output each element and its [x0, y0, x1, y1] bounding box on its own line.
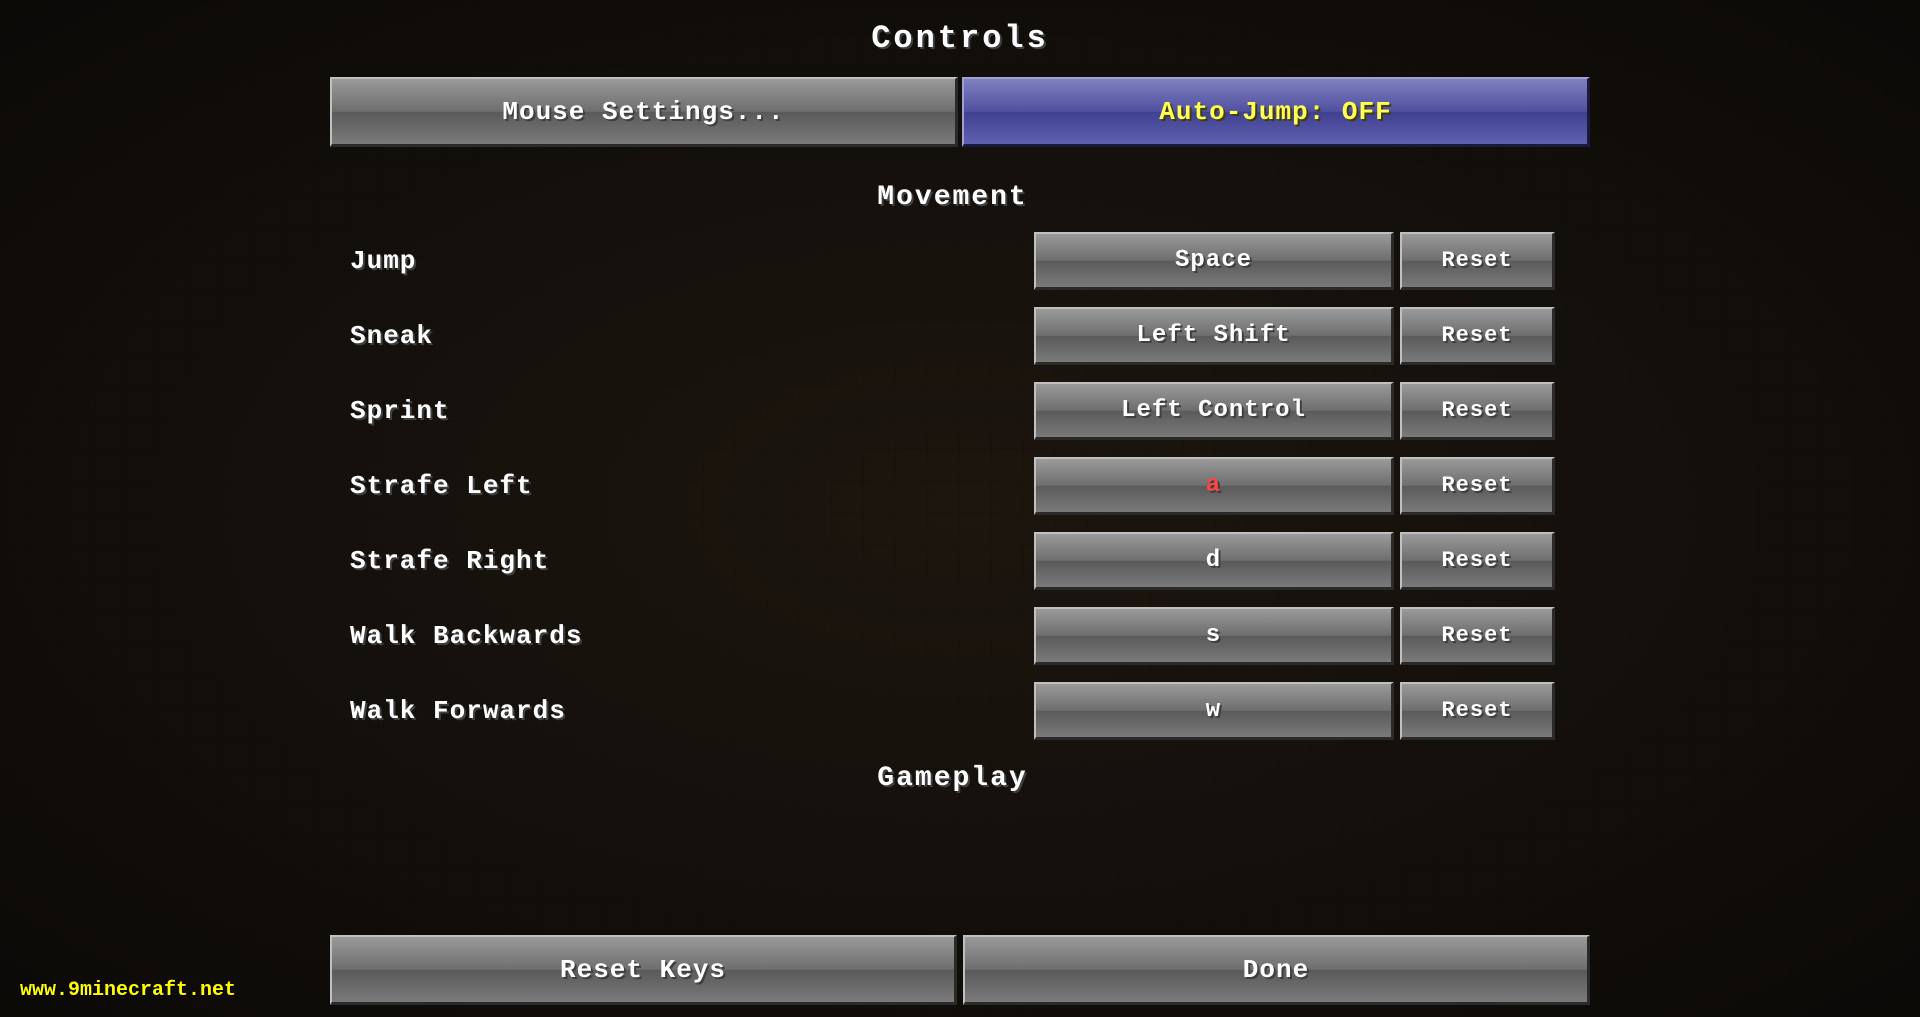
scrollable-area[interactable]: Movement Jump Space Reset Sneak Left Shi… [330, 167, 1590, 913]
keybind-row-jump: Jump Space Reset [330, 223, 1575, 298]
auto-jump-button[interactable]: Auto-Jump: OFF [962, 77, 1590, 147]
keybind-row-sneak: Sneak Left Shift Reset [330, 298, 1575, 373]
main-content: Movement Jump Space Reset Sneak Left Shi… [330, 167, 1590, 923]
keybind-row-sprint: Sprint Left Control Reset [330, 373, 1575, 448]
reset-button-jump[interactable]: Reset [1400, 232, 1555, 290]
keybind-label-walk-forwards: Walk Forwards [350, 696, 1034, 726]
page-container: Controls Mouse Settings... Auto-Jump: OF… [0, 0, 1920, 1017]
keybind-row-strafe-left: Strafe Left a Reset [330, 448, 1575, 523]
reset-keys-button[interactable]: Reset Keys [330, 935, 957, 1005]
keybind-button-sneak[interactable]: Left Shift [1034, 307, 1394, 365]
watermark-suffix: .net [188, 979, 236, 1002]
keybind-row-walk-forwards: Walk Forwards w Reset [330, 673, 1575, 748]
keybind-label-sprint: Sprint [350, 396, 1034, 426]
watermark-text: www.9minecraft.net [20, 979, 236, 1002]
reset-button-sprint[interactable]: Reset [1400, 382, 1555, 440]
keybind-button-sprint[interactable]: Left Control [1034, 382, 1394, 440]
keybind-button-strafe-right[interactable]: d [1034, 532, 1394, 590]
watermark: www.9minecraft.net [20, 979, 236, 1002]
keybind-button-jump[interactable]: Space [1034, 232, 1394, 290]
keybind-label-sneak: Sneak [350, 321, 1034, 351]
keybind-button-walk-backwards[interactable]: s [1034, 607, 1394, 665]
keybind-label-walk-backwards: Walk Backwards [350, 621, 1034, 651]
reset-button-strafe-right[interactable]: Reset [1400, 532, 1555, 590]
watermark-prefix: www. [20, 979, 68, 1002]
keybind-button-walk-forwards[interactable]: w [1034, 682, 1394, 740]
done-button[interactable]: Done [963, 935, 1590, 1005]
top-buttons-row: Mouse Settings... Auto-Jump: OFF [330, 77, 1590, 147]
keybind-label-strafe-right: Strafe Right [350, 546, 1034, 576]
keybind-row-strafe-right: Strafe Right d Reset [330, 523, 1575, 598]
movement-section-header: Movement [330, 167, 1575, 223]
reset-button-strafe-left[interactable]: Reset [1400, 457, 1555, 515]
reset-button-walk-forwards[interactable]: Reset [1400, 682, 1555, 740]
keybind-button-strafe-left[interactable]: a [1034, 457, 1394, 515]
bottom-bar: Reset Keys Done [330, 923, 1590, 1017]
reset-button-walk-backwards[interactable]: Reset [1400, 607, 1555, 665]
mouse-settings-button[interactable]: Mouse Settings... [330, 77, 958, 147]
reset-button-sneak[interactable]: Reset [1400, 307, 1555, 365]
keybind-row-walk-backwards: Walk Backwards s Reset [330, 598, 1575, 673]
gameplay-section-header: Gameplay [330, 748, 1575, 804]
keybind-label-strafe-left: Strafe Left [350, 471, 1034, 501]
watermark-brand: 9minecraft [68, 979, 188, 1002]
keybind-label-jump: Jump [350, 246, 1034, 276]
page-title: Controls [871, 20, 1049, 57]
